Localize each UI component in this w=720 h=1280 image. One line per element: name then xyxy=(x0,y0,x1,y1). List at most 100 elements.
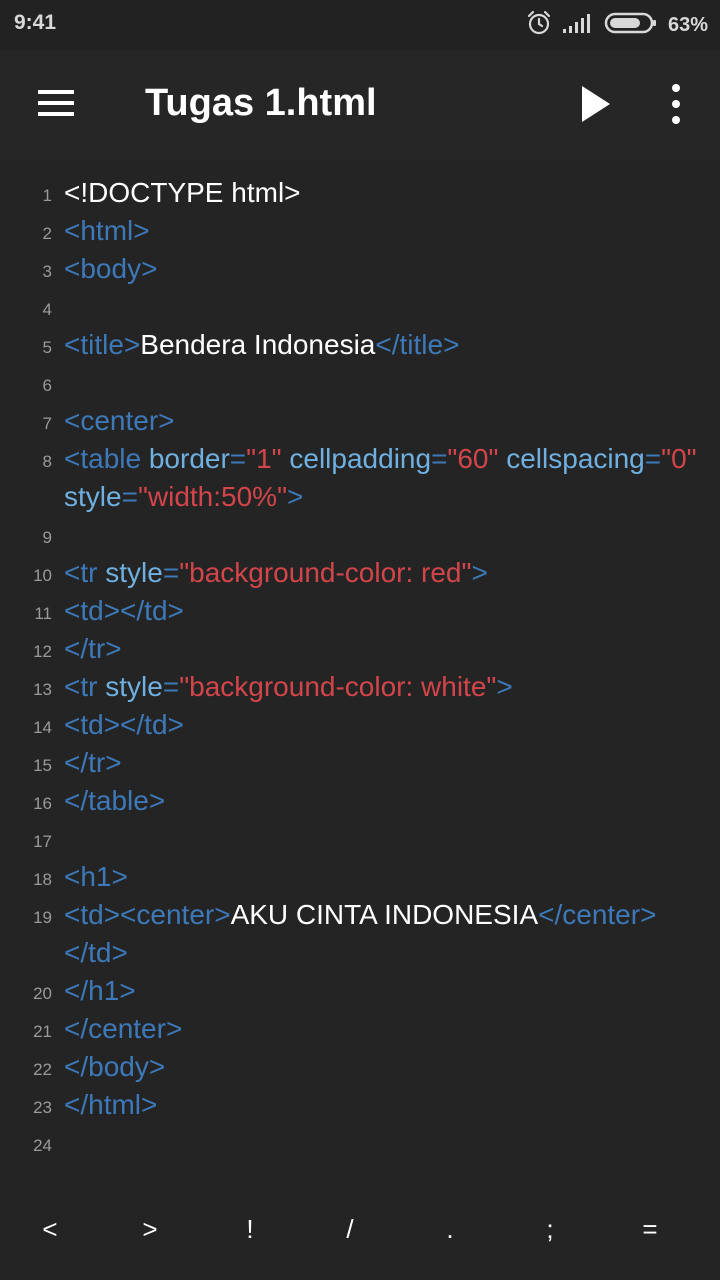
code-line[interactable]: 19 <td><center>AKU CINTA INDONESIA</cente… xyxy=(0,894,720,970)
signal-icon xyxy=(562,12,594,39)
code-editor[interactable]: 1 <!DOCTYPE html> 2 <html> 3 <body> 4 5 <title>B… xyxy=(0,172,720,1160)
line-number: 4 xyxy=(42,300,52,319)
code-text[interactable]: </body> xyxy=(64,1048,704,1086)
code-token: cellspacing xyxy=(506,443,645,474)
code-token: "background-color: white" xyxy=(179,671,497,702)
code-line[interactable]: 16 </table> xyxy=(0,780,720,818)
code-line[interactable]: 15 </tr> xyxy=(0,742,720,780)
code-text[interactable]: <center> xyxy=(64,402,704,440)
code-line[interactable]: 22 </body> xyxy=(0,1046,720,1084)
code-text[interactable]: <title>Bendera Indonesia</title> xyxy=(64,326,704,364)
code-line[interactable]: 3 <body> xyxy=(0,248,720,286)
code-line[interactable]: 12 </tr> xyxy=(0,628,720,666)
code-text[interactable]: </table> xyxy=(64,782,704,820)
code-text[interactable]: </h1> xyxy=(64,972,704,1010)
key-semicolon[interactable]: ; xyxy=(520,1214,580,1250)
code-line[interactable]: 6 xyxy=(0,362,720,400)
code-token: <tr xyxy=(64,557,98,588)
key-exclamation[interactable]: ! xyxy=(220,1214,280,1250)
code-token: = xyxy=(121,481,138,512)
code-token: <h1> xyxy=(64,861,128,892)
code-line[interactable]: 9 xyxy=(0,514,720,552)
code-text[interactable]: <td><center>AKU CINTA INDONESIA</center>… xyxy=(64,896,704,972)
code-text[interactable]: <tr style="background-color: red"> xyxy=(64,554,704,592)
code-text[interactable]: <html> xyxy=(64,212,704,250)
code-line[interactable]: 18 <h1> xyxy=(0,856,720,894)
key-slash[interactable]: / xyxy=(320,1214,380,1250)
line-number: 17 xyxy=(33,832,52,851)
code-text[interactable]: <body> xyxy=(64,250,704,288)
code-line[interactable]: 8 <table border="1" cellpadding="60" cell… xyxy=(0,438,720,514)
line-number: 9 xyxy=(42,528,52,547)
code-line[interactable]: 7 <center> xyxy=(0,400,720,438)
line-number: 23 xyxy=(33,1098,52,1117)
code-line[interactable]: 14 <td></td> xyxy=(0,704,720,742)
code-text[interactable]: </tr> xyxy=(64,744,704,782)
code-text[interactable]: <td></td> xyxy=(64,592,704,630)
line-number: 2 xyxy=(42,224,52,243)
menu-button[interactable] xyxy=(28,80,84,130)
menu-icon xyxy=(28,90,84,134)
code-token: </tr> xyxy=(64,747,122,778)
code-token: "60" xyxy=(447,443,499,474)
code-token: = xyxy=(431,443,448,474)
code-token: </title> xyxy=(375,329,460,360)
code-text[interactable]: <td></td> xyxy=(64,706,704,744)
line-number: 21 xyxy=(33,1022,52,1041)
code-line[interactable]: 13 <tr style="background-color: white"> xyxy=(0,666,720,704)
key-less-than[interactable]: < xyxy=(20,1214,80,1250)
run-button[interactable] xyxy=(570,78,620,130)
app-bar: Tugas 1.html xyxy=(0,50,720,160)
code-token: = xyxy=(229,443,247,474)
battery-icon xyxy=(604,11,658,40)
code-token: style xyxy=(64,481,122,512)
key-period[interactable]: . xyxy=(420,1214,480,1250)
line-number: 20 xyxy=(33,984,52,1003)
line-number: 16 xyxy=(33,794,52,813)
code-token: style xyxy=(105,557,163,588)
line-number: 3 xyxy=(42,262,52,281)
line-number: 5 xyxy=(42,338,52,357)
code-line[interactable]: 23 </html> xyxy=(0,1084,720,1122)
code-text[interactable]: <tr style="background-color: white"> xyxy=(64,668,704,706)
code-line[interactable]: 2 <html> xyxy=(0,210,720,248)
code-line[interactable]: 24 xyxy=(0,1122,720,1160)
line-number: 19 xyxy=(33,908,52,927)
code-line[interactable]: 11 <td></td> xyxy=(0,590,720,628)
code-token: <td></td> xyxy=(64,595,184,626)
line-number: 6 xyxy=(42,376,52,395)
code-token: <html> xyxy=(64,215,150,246)
code-token: style xyxy=(105,671,163,702)
code-text[interactable]: <table border="1" cellpadding="60" cells… xyxy=(64,440,704,516)
code-line[interactable]: 21 </center> xyxy=(0,1008,720,1046)
code-line[interactable]: 5 <title>Bendera Indonesia</title> xyxy=(0,324,720,362)
code-token: > xyxy=(496,671,513,702)
code-text[interactable]: </center> xyxy=(64,1010,704,1048)
code-line[interactable]: 4 xyxy=(0,286,720,324)
code-text[interactable]: <!DOCTYPE html> xyxy=(64,174,704,212)
status-icons: 63% xyxy=(526,10,708,40)
play-icon xyxy=(570,86,620,134)
key-equals[interactable]: = xyxy=(620,1214,680,1250)
code-line[interactable]: 10 <tr style="background-color: red"> xyxy=(0,552,720,590)
code-text[interactable]: </tr> xyxy=(64,630,704,668)
code-text[interactable]: </html> xyxy=(64,1086,704,1124)
code-token: "background-color: red" xyxy=(179,557,472,588)
key-greater-than[interactable]: > xyxy=(120,1214,180,1250)
code-token: <body> xyxy=(64,253,158,284)
code-line[interactable]: 1 <!DOCTYPE html> xyxy=(0,172,720,210)
code-token: > xyxy=(287,481,304,512)
code-token: border xyxy=(148,443,230,474)
code-line[interactable]: 20 </h1> xyxy=(0,970,720,1008)
code-token: = xyxy=(644,443,662,474)
code-text[interactable]: <h1> xyxy=(64,858,704,896)
line-number: 13 xyxy=(33,680,52,699)
code-token: </center> xyxy=(64,1013,183,1044)
more-options-button[interactable] xyxy=(656,78,696,130)
line-number: 10 xyxy=(33,566,52,585)
more-vert-icon xyxy=(656,84,696,134)
line-number: 24 xyxy=(33,1136,52,1155)
code-line[interactable]: 17 xyxy=(0,818,720,856)
